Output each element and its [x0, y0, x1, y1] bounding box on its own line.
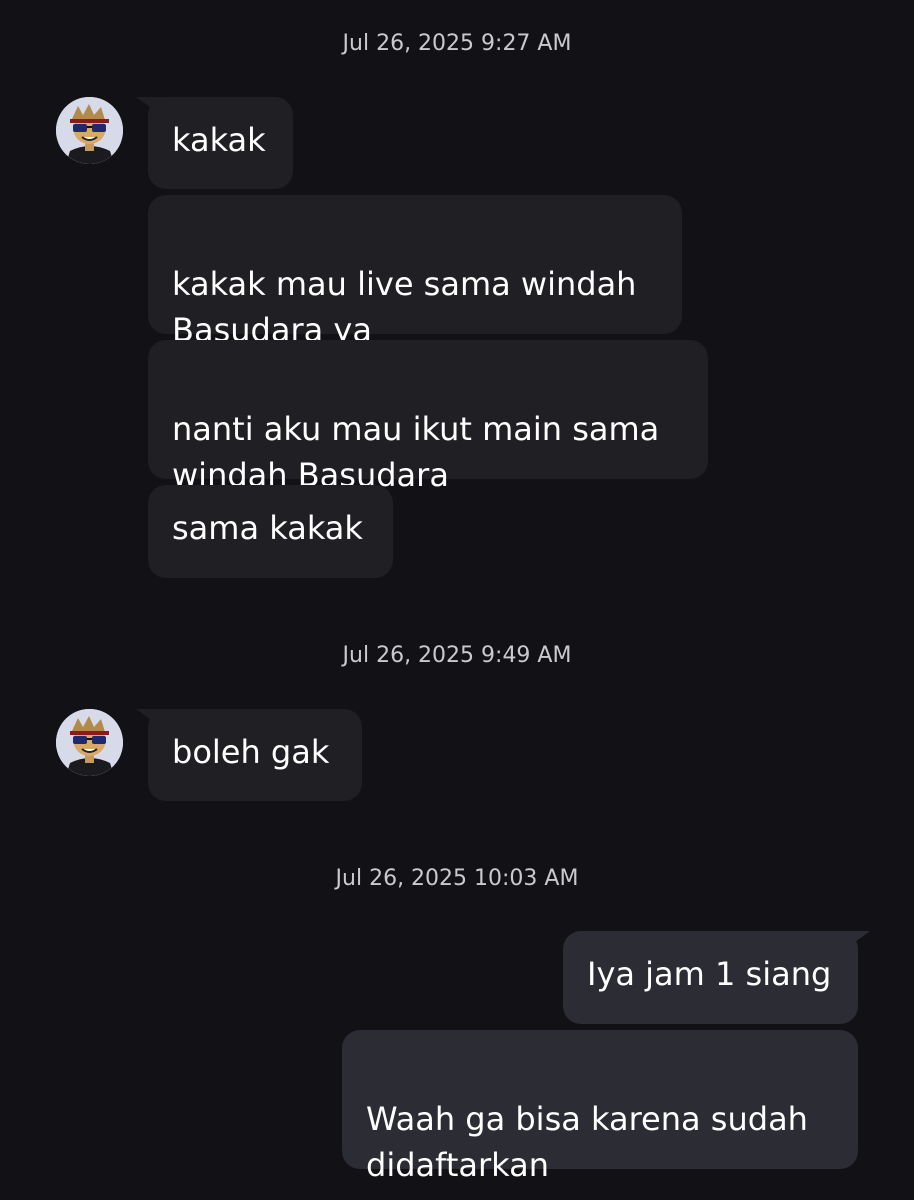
incoming-message-bubble[interactable]: nanti aku mau ikut main sama windah Basu… [148, 340, 708, 494]
timestamp-1: Jul 26, 2025 9:27 AM [342, 31, 572, 56]
outgoing-message-bubble[interactable]: Iya jam 1 siang [563, 931, 858, 1024]
incoming-message-bubble[interactable]: boleh gak [148, 709, 362, 801]
incoming-message-bubble[interactable]: kakak mau live sama windah Basudara ya [148, 195, 682, 349]
incoming-message-bubble[interactable]: sama kakak [148, 485, 393, 578]
message-text: Iya jam 1 siang [587, 955, 832, 993]
message-text: nanti aku mau ikut main sama windah Basu… [172, 410, 660, 494]
message-text: kakak mau live sama windah Basudara ya [172, 265, 637, 349]
outgoing-message-bubble[interactable]: Waah ga bisa karena sudah didaftarkan [342, 1030, 858, 1184]
timestamp-2: Jul 26, 2025 9:49 AM [342, 643, 572, 668]
message-text: boleh gak [172, 733, 330, 771]
timestamp-3: Jul 26, 2025 10:03 AM [335, 866, 579, 891]
incoming-message-bubble[interactable]: kakak [148, 97, 293, 189]
contact-avatar-icon[interactable] [56, 709, 123, 776]
message-text: Waah ga bisa karena sudah didaftarkan [366, 1100, 808, 1184]
message-text: sama kakak [172, 509, 363, 547]
contact-avatar-icon[interactable] [56, 97, 123, 164]
message-text: kakak [172, 121, 266, 159]
